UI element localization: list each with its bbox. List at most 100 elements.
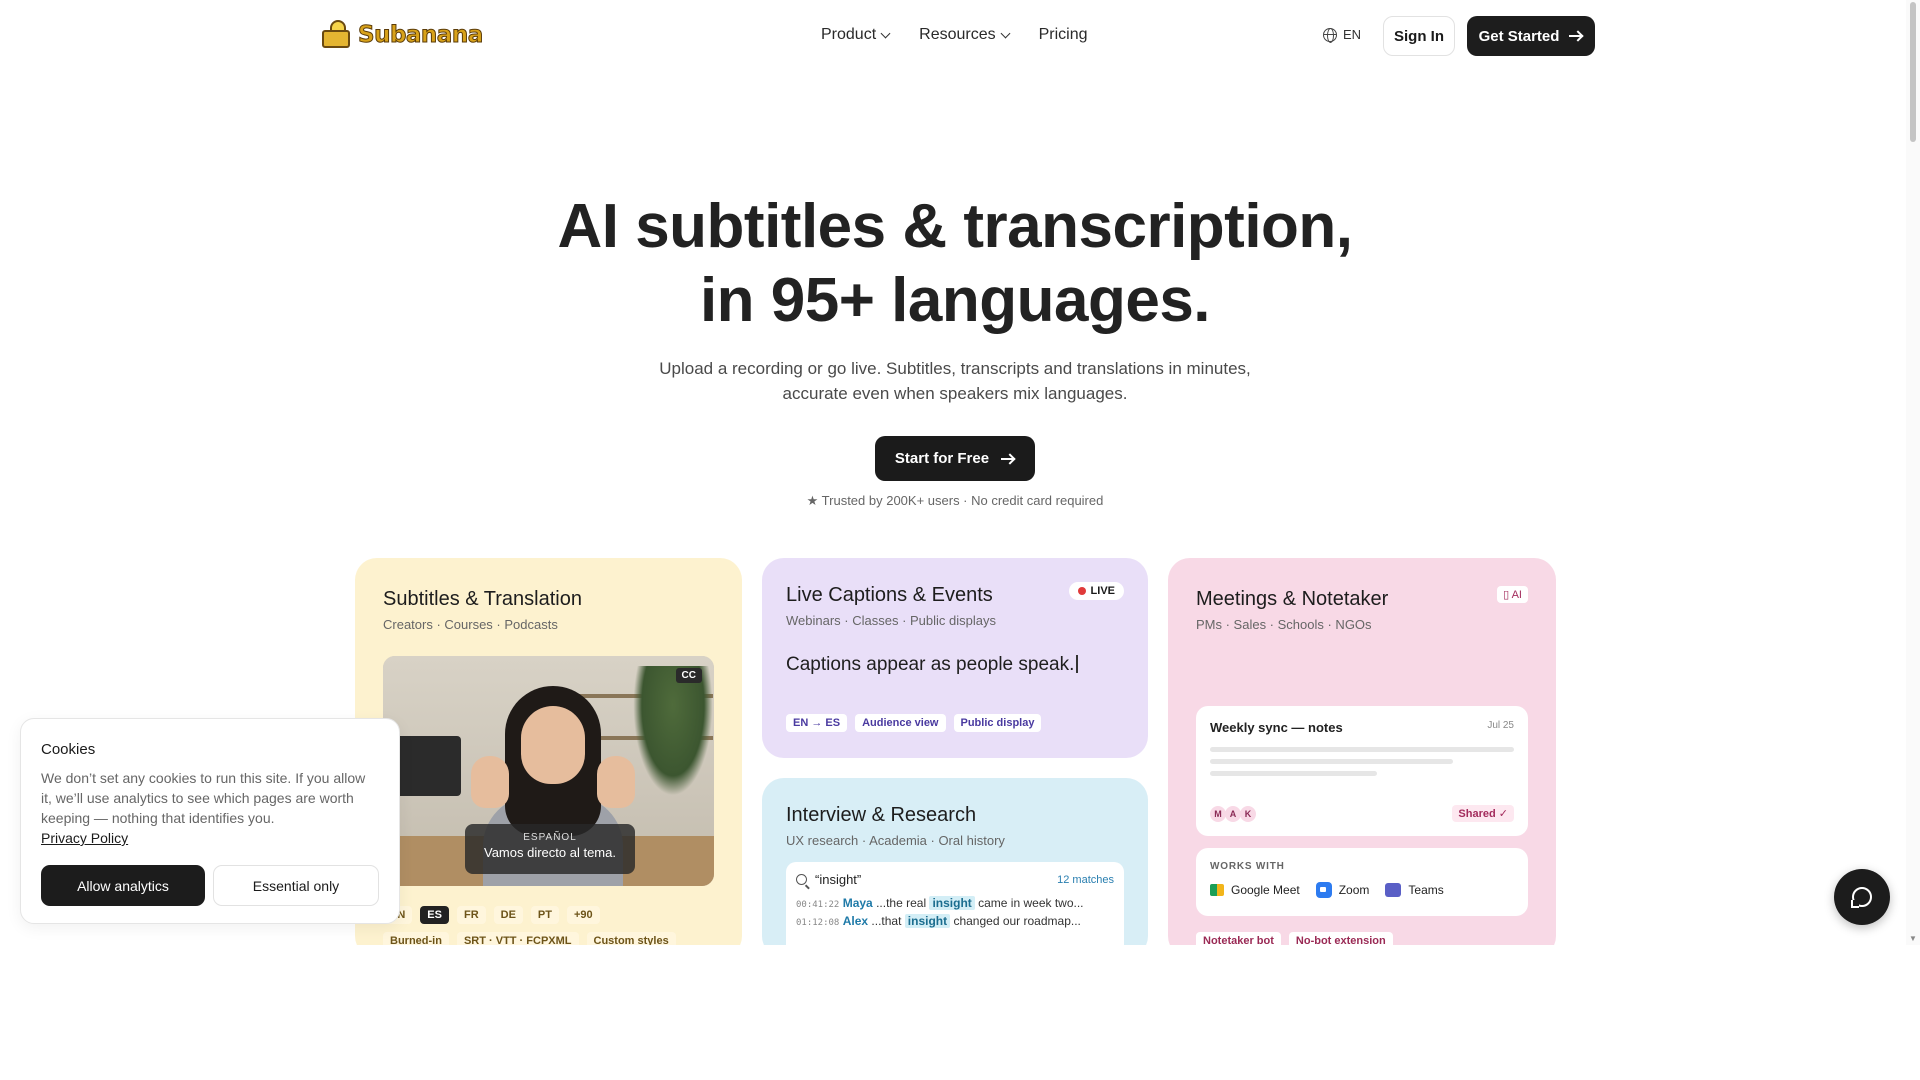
search-result[interactable]: 00:41:22 Maya ...the real insight came i… (796, 896, 1114, 910)
notes-title: Weekly sync — notes (1210, 720, 1343, 735)
search-result[interactable]: 01:12:08 Alex ...that insight changed ou… (796, 914, 1114, 928)
nav-resources[interactable]: Resources (919, 26, 1011, 44)
result-text: changed our roadmap... (953, 914, 1081, 928)
card-meetings-title: Meetings & Notetaker (1196, 588, 1389, 610)
globe-icon (1323, 27, 1337, 43)
feature-chip: Custom styles (586, 932, 676, 945)
placeholder-line (1210, 771, 1378, 776)
integration-zoom[interactable]: Zoom (1315, 882, 1369, 898)
search-icon (796, 874, 807, 885)
language-selector[interactable]: EN (1323, 27, 1361, 43)
privacy-policy-link[interactable]: Privacy Policy (41, 830, 128, 846)
chat-button[interactable] (1834, 869, 1890, 925)
result-text: came in week two... (978, 896, 1084, 910)
result-text: ...the real (876, 896, 927, 910)
live-badge-label: LIVE (1090, 585, 1115, 597)
ai-badge: ▯ AI (1497, 586, 1528, 603)
hero-title: AI subtitles & transcription, in 95+ lan… (0, 190, 1910, 338)
blank-area (0, 945, 1920, 1080)
start-free-label: Start for Free (894, 450, 990, 467)
card-live-captions[interactable]: Live Captions & Events Webinars · Classe… (762, 558, 1148, 758)
meeting-notes-card[interactable]: Weekly sync — notes Jul 25 M A K Shared … (1196, 706, 1528, 836)
logo[interactable]: Subanana (320, 20, 484, 50)
nav-product-label: Product (821, 26, 877, 43)
hero-title-line1: AI subtitles & transcription, (557, 192, 1353, 261)
subtitle-language: ESPAÑOL (523, 832, 577, 843)
result-highlight: insight (904, 914, 951, 928)
logo-icon (320, 20, 354, 50)
integration-teams[interactable]: Teams (1385, 883, 1444, 897)
lang-chip-es[interactable]: ES (420, 906, 449, 924)
cookie-title: Cookies (41, 741, 96, 758)
integration-label: Teams (1408, 883, 1444, 897)
match-count: 12 matches (1057, 873, 1114, 886)
feature-chip: Notetaker bot (1196, 932, 1281, 945)
sign-in-button[interactable]: Sign In (1383, 16, 1455, 56)
shared-badge: Shared ✓ (1452, 805, 1514, 822)
result-timestamp: 00:41:22 (796, 900, 840, 910)
nav-pricing[interactable]: Pricing (1039, 26, 1088, 44)
result-speaker: Maya (842, 896, 873, 910)
nav-pricing-label: Pricing (1038, 26, 1088, 43)
lang-chip-fr[interactable]: FR (456, 906, 486, 924)
works-with-card: WORKS WITH Google Meet Zoom Teams (1196, 848, 1528, 916)
meeting-feature-chips: Notetaker bot No-bot extension (1196, 932, 1393, 945)
hero-title-line2: in 95+ languages. (699, 266, 1211, 335)
zoom-icon (1315, 882, 1332, 898)
card-subtitles[interactable]: Subtitles & Translation Creators · Cours… (355, 558, 742, 945)
nav-resources-label: Resources (919, 26, 996, 43)
card-interview-title: Interview & Research (786, 804, 977, 826)
trusted-note: ★ Trusted by 200K+ users · No credit car… (806, 493, 1104, 508)
get-started-button[interactable]: Get Started (1467, 16, 1595, 56)
feature-chip: SRT · VTT · FCPXML (456, 932, 579, 945)
avatar: K (1240, 805, 1256, 822)
card-interview[interactable]: Interview & Research UX research · Acade… (762, 778, 1148, 945)
video-preview[interactable]: CC ESPAÑOL Vamos directo al tema. (383, 656, 714, 886)
live-badge: LIVE (1068, 582, 1124, 600)
transcript-search[interactable]: “insight” 12 matches 00:41:22 Maya ...th… (786, 862, 1124, 945)
live-dot-icon (1077, 587, 1086, 595)
subtitle-text: Vamos directo al tema. (484, 845, 616, 860)
lang-chip-more[interactable]: +90 (566, 906, 600, 924)
search-query: “insight” (815, 872, 862, 887)
card-live-tags: Webinars · Classes · Public displays (786, 613, 996, 628)
scrollbar-thumb[interactable] (1910, 2, 1916, 142)
hero-subtitle-line2: accurate even when speakers mix language… (782, 384, 1128, 403)
essential-only-button[interactable]: Essential only (213, 865, 379, 906)
page-scrollbar[interactable]: ▼ (1906, 0, 1920, 945)
sparkle-icon: ▯ (1503, 589, 1510, 601)
lang-chip-pt[interactable]: PT (530, 906, 559, 924)
card-subtitles-title: Subtitles & Translation (383, 588, 582, 610)
scroll-down-arrow-icon[interactable]: ▼ (1909, 934, 1917, 943)
live-chip-audience: Audience view (855, 714, 946, 732)
page-viewport: Subanana Product Resources Pricing EN Si… (0, 0, 1920, 945)
live-caption-text: Captions appear as people speak. (786, 654, 1075, 675)
result-text: ...that (871, 914, 902, 928)
arrow-right-icon (1001, 454, 1015, 464)
result-speaker: Alex (842, 914, 869, 928)
works-with-title: WORKS WITH (1210, 861, 1285, 872)
placeholder-line (1210, 759, 1454, 764)
chevron-down-icon (1000, 28, 1011, 38)
get-started-label: Get Started (1478, 27, 1560, 45)
cookie-banner: Cookies We don’t set any cookies to run … (20, 718, 400, 924)
avatar: A (1225, 805, 1241, 822)
allow-analytics-button[interactable]: Allow analytics (41, 865, 205, 906)
ai-badge-label: AI (1511, 589, 1522, 601)
integration-google-meet[interactable]: Google Meet (1210, 883, 1300, 897)
nav-product[interactable]: Product (821, 26, 891, 44)
start-free-button[interactable]: Start for Free (875, 436, 1035, 481)
feature-chips: Burned-in SRT · VTT · FCPXML Custom styl… (383, 932, 676, 945)
cookie-body: We don’t set any cookies to run this sit… (41, 768, 379, 848)
card-meetings[interactable]: Meetings & Notetaker PMs · Sales · Schoo… (1168, 558, 1556, 945)
live-chip-display: Public display (953, 714, 1042, 732)
avatar: M (1210, 805, 1226, 822)
live-chip-translation: EN → ES (786, 714, 848, 732)
main-nav: Product Resources Pricing (821, 26, 1088, 44)
hero-subtitle: Upload a recording or go live. Subtitles… (655, 356, 1255, 406)
subtitle-overlay: ESPAÑOL Vamos directo al tema. (465, 824, 635, 874)
google-meet-icon (1210, 884, 1224, 896)
lang-chip-de[interactable]: DE (493, 906, 523, 924)
hero-subtitle-line1: Upload a recording or go live. Subtitles… (659, 359, 1251, 378)
card-subtitles-tags: Creators · Courses · Podcasts (383, 617, 558, 632)
